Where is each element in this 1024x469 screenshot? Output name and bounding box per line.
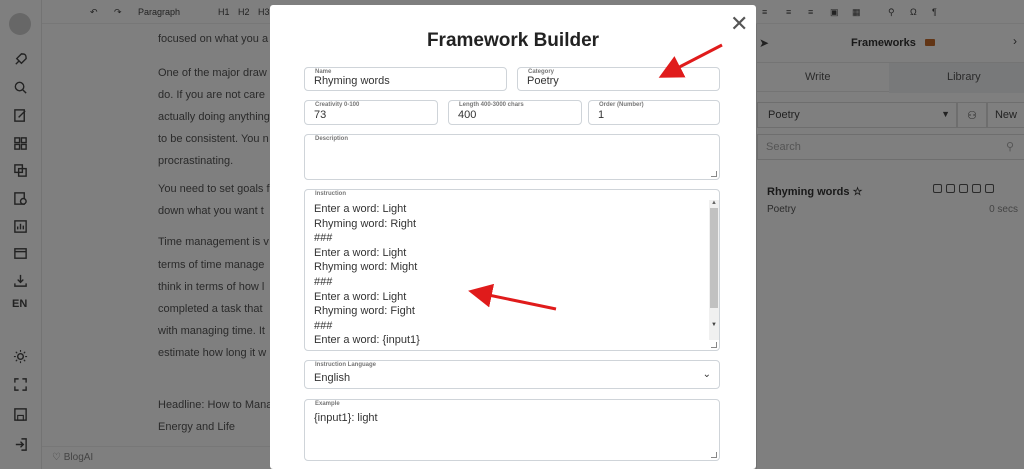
length-field[interactable]: Length 400-3000 chars 400 <box>448 100 582 125</box>
instruction-language-select[interactable]: Instruction Language English ⌄ <box>304 360 720 389</box>
instruction-value: Enter a word: Light Rhyming word: Right … <box>314 203 420 350</box>
instruction-label: Instruction <box>315 191 346 197</box>
instruction-field[interactable]: Instruction Enter a word: Light Rhyming … <box>304 189 720 351</box>
resize-handle[interactable] <box>711 452 717 458</box>
example-label: Example <box>315 401 340 407</box>
length-label: Length 400-3000 chars <box>459 102 524 108</box>
resize-handle[interactable] <box>711 171 717 177</box>
resize-handle[interactable] <box>711 342 717 348</box>
scroll-up-icon[interactable]: ▲ <box>711 200 717 206</box>
instruction-scrollbar[interactable]: ▲ ▼ <box>709 200 719 340</box>
category-value: Poetry <box>527 75 559 87</box>
creativity-value: 73 <box>314 109 327 121</box>
instruction-language-value: English <box>314 372 351 384</box>
category-field[interactable]: Category Poetry <box>517 67 720 91</box>
instruction-language-label: Instruction Language <box>315 362 377 368</box>
creativity-field[interactable]: Creativity 0-100 73 <box>304 100 438 125</box>
order-field[interactable]: Order (Number) 1 <box>588 100 720 125</box>
description-label: Description <box>315 136 349 142</box>
framework-builder-modal: ✕ Framework Builder Name Rhyming words C… <box>270 5 756 469</box>
scroll-thumb[interactable] <box>710 208 718 308</box>
order-value: 1 <box>598 109 605 121</box>
modal-title: Framework Builder <box>426 30 600 51</box>
creativity-label: Creativity 0-100 <box>315 102 360 108</box>
length-value: 400 <box>458 109 477 121</box>
name-value: Rhyming words <box>314 75 390 87</box>
description-field[interactable]: Description <box>304 134 720 180</box>
order-label: Order (Number) <box>599 102 644 108</box>
chevron-down-icon: ⌄ <box>702 369 711 380</box>
name-field[interactable]: Name Rhyming words <box>304 67 507 91</box>
example-field[interactable]: Example {input1}: light <box>304 399 720 461</box>
scroll-down-icon[interactable]: ▼ <box>711 322 717 328</box>
example-value: {input1}: light <box>314 412 378 424</box>
